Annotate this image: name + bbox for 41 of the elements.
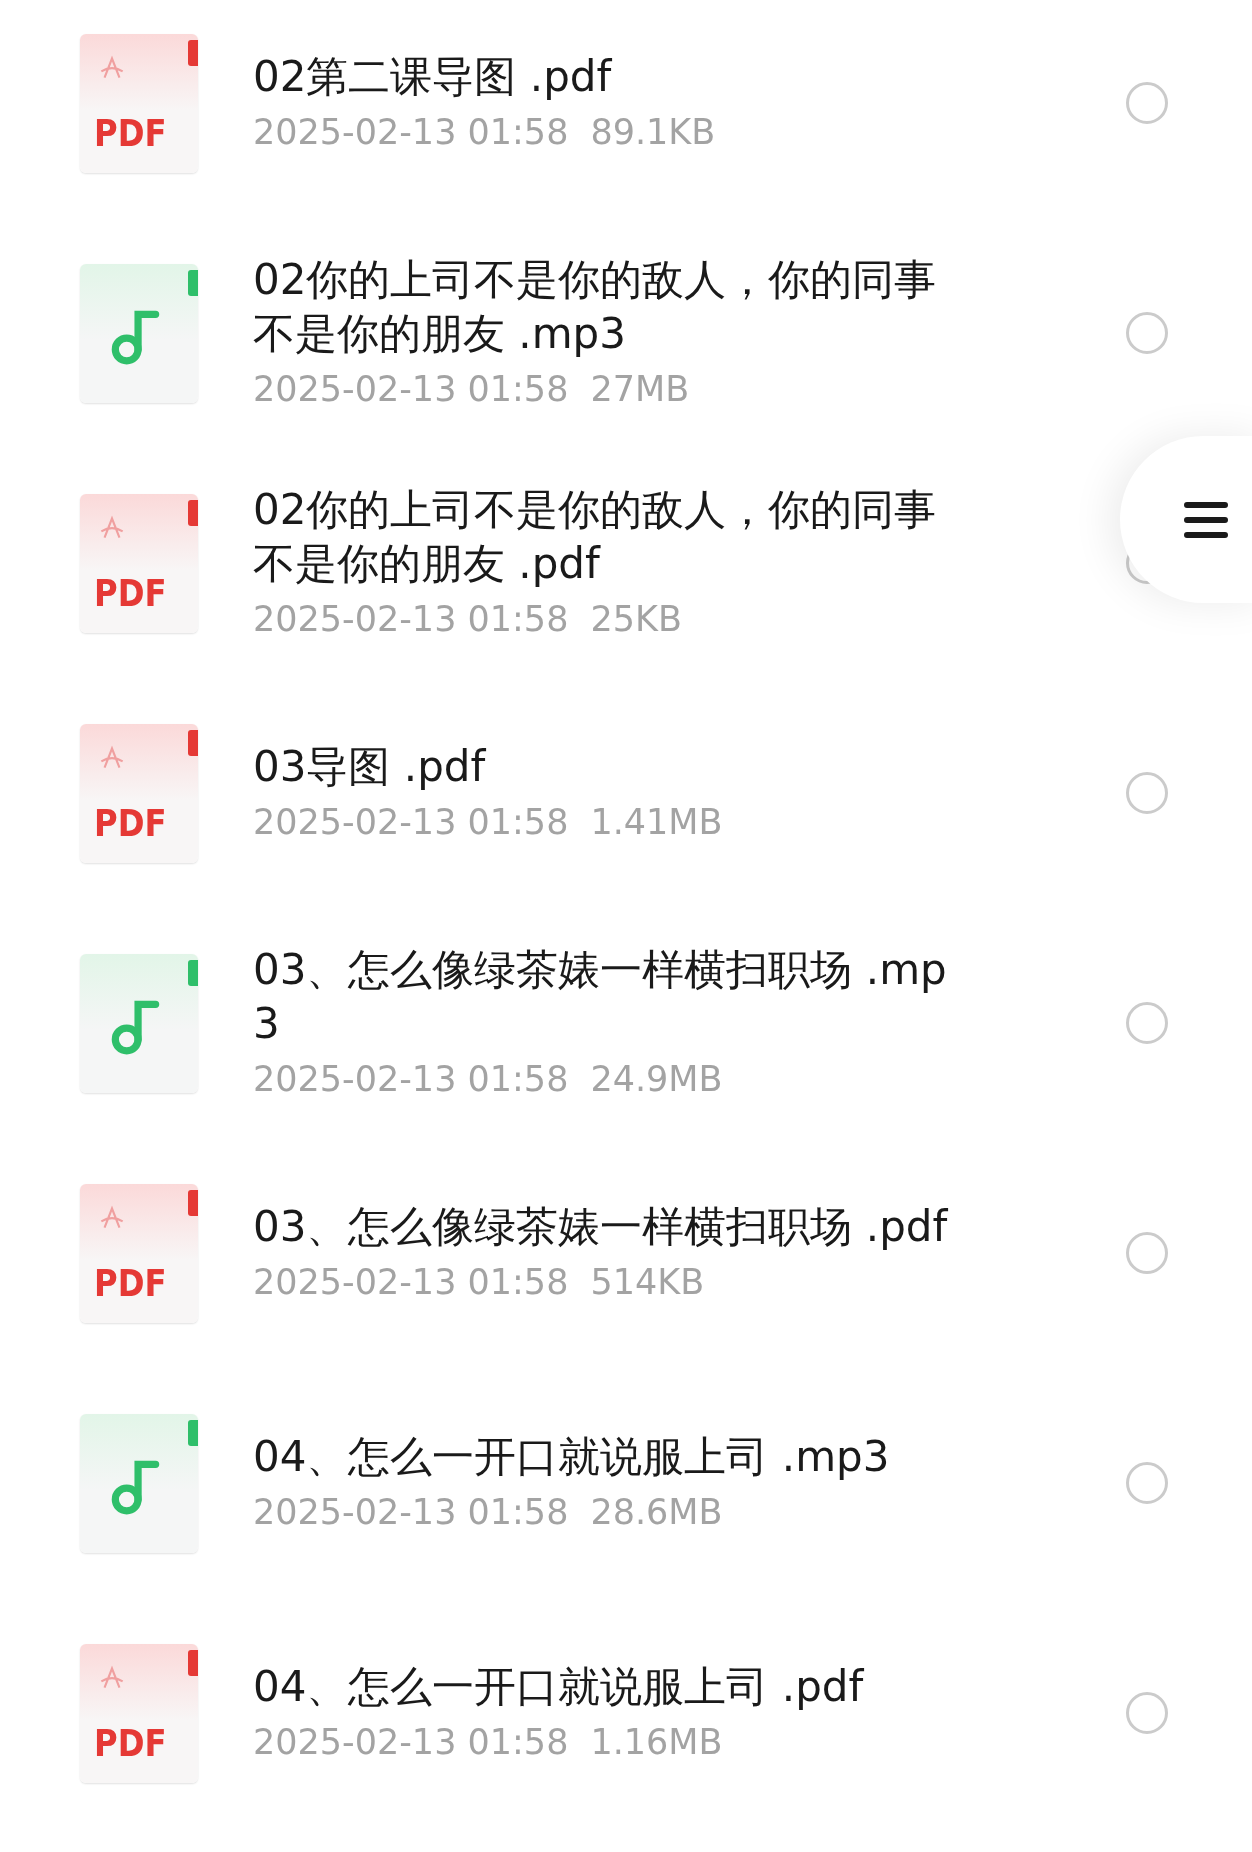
file-date: 2025-02-13 01:58 — [253, 1058, 569, 1101]
floating-menu[interactable] — [1120, 436, 1252, 603]
file-date: 2025-02-13 01:58 — [253, 801, 569, 844]
file-date: 2025-02-13 01:58 — [253, 598, 569, 641]
file-date: 2025-02-13 01:58 — [253, 111, 569, 154]
file-size: 89.1KB — [590, 111, 716, 154]
file-name: 02你的上司不是你的敌人，你的同事不是你的朋友 .pdf — [253, 484, 938, 590]
file-size: 24.9MB — [590, 1058, 723, 1101]
file-name: 03、怎么像绿茶婊一样横扫职场 .pdf — [253, 1201, 949, 1253]
music-file-icon — [80, 953, 198, 1093]
file-size: 27MB — [590, 368, 690, 411]
pdf-file-icon: PDF — [80, 493, 198, 633]
file-name: 02你的上司不是你的敌人，你的同事不是你的朋友 .mp3 — [253, 254, 938, 360]
select-radio[interactable] — [1126, 1692, 1168, 1734]
select-radio[interactable] — [1126, 772, 1168, 814]
file-name: 02第二课导图 .pdf — [253, 51, 613, 103]
file-size: 1.41MB — [590, 801, 723, 844]
file-date: 2025-02-13 01:58 — [253, 1261, 569, 1304]
select-radio[interactable] — [1126, 1002, 1168, 1044]
pdf-file-icon: PDF — [80, 1643, 198, 1783]
file-size: 28.6MB — [590, 1491, 723, 1534]
file-name: 04、怎么一开口就说服上司 .pdf — [253, 1661, 865, 1713]
select-radio[interactable] — [1126, 1462, 1168, 1504]
file-date: 2025-02-13 01:58 — [253, 1721, 569, 1764]
file-size: 1.16MB — [590, 1721, 723, 1764]
music-file-icon — [80, 263, 198, 403]
pdf-file-icon: PDF — [80, 723, 198, 863]
file-size: 25KB — [590, 598, 682, 641]
file-size: 514KB — [590, 1261, 705, 1304]
select-radio[interactable] — [1126, 1232, 1168, 1274]
select-radio[interactable] — [1126, 82, 1168, 124]
file-date: 2025-02-13 01:58 — [253, 1491, 569, 1534]
music-file-icon — [80, 1413, 198, 1553]
pdf-file-icon: PDF — [80, 1183, 198, 1323]
select-radio[interactable] — [1126, 312, 1168, 354]
file-name: 03导图 .pdf — [253, 741, 487, 793]
file-name: 03、怎么像绿茶婊一样横扫职场 .mp3 — [253, 944, 948, 1050]
file-date: 2025-02-13 01:58 — [253, 368, 569, 411]
menu-icon — [1184, 499, 1228, 540]
pdf-file-icon: PDF — [80, 33, 198, 173]
file-name: 04、怎么一开口就说服上司 .mp3 — [253, 1431, 891, 1483]
